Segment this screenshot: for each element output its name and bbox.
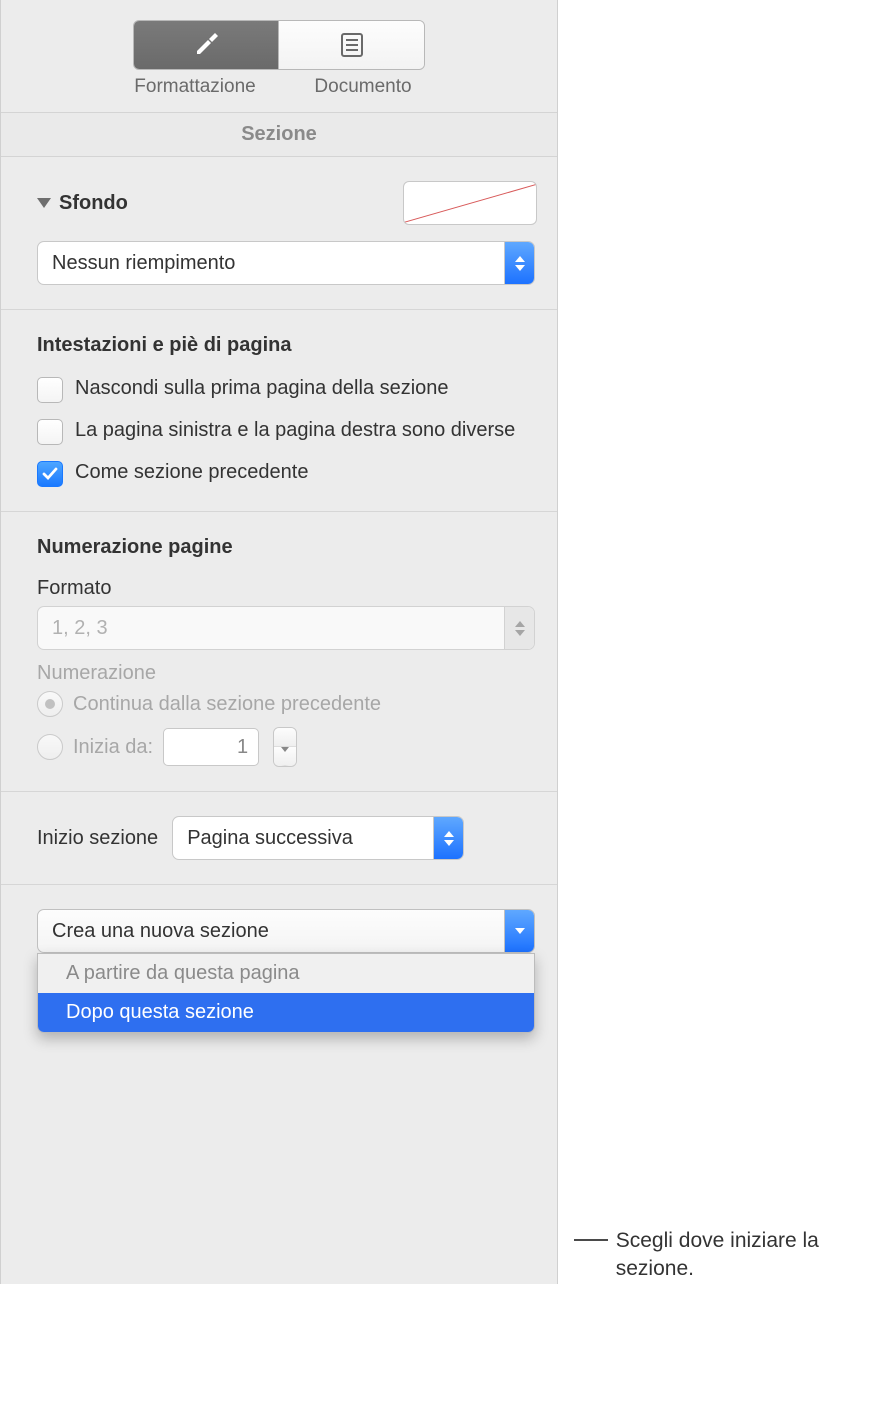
format-popup[interactable]: 1, 2, 3 <box>37 606 535 650</box>
checkbox-left-right-diff[interactable] <box>37 419 63 445</box>
page-numbering-title: Numerazione pagine <box>37 536 537 559</box>
start-from-stepper[interactable] <box>273 727 297 767</box>
fill-popup[interactable]: Nessun riempimento <box>37 241 535 285</box>
background-color-well[interactable] <box>403 181 537 225</box>
checkbox-hide-first-label: Nascondi sulla prima pagina della sezion… <box>75 375 449 402</box>
checkbox-same-as-previous-label: Come sezione precedente <box>75 459 308 486</box>
tab-document[interactable] <box>279 21 424 69</box>
popup-arrows-icon <box>504 607 534 649</box>
radio-continue[interactable] <box>37 691 63 717</box>
popup-arrows-icon <box>504 242 534 284</box>
radio-start-from[interactable] <box>37 734 63 760</box>
radio-start-from-label: Inizia da: <box>73 736 153 759</box>
new-section-button-label: Crea una nuova sezione <box>38 910 504 952</box>
checkbox-same-as-previous[interactable] <box>37 461 63 487</box>
inspector-tabs <box>1 0 557 76</box>
format-popup-label: 1, 2, 3 <box>38 607 504 649</box>
section-start-label: Inizio sezione <box>37 827 158 850</box>
headers-footers-title: Intestazioni e piè di pagina <box>37 334 537 357</box>
inspector-panel: Formattazione Documento Sezione Sfondo N… <box>0 0 558 1284</box>
menu-item-after-this-section[interactable]: Dopo questa sezione <box>38 993 534 1032</box>
chevron-down-icon <box>504 910 534 952</box>
fill-popup-label: Nessun riempimento <box>38 242 504 284</box>
new-section-button[interactable]: Crea una nuova sezione <box>37 909 535 953</box>
background-disclosure[interactable]: Sfondo <box>37 192 128 215</box>
background-title: Sfondo <box>59 192 128 215</box>
section-start-popup-label: Pagina successiva <box>173 817 433 859</box>
section-header: Sezione <box>1 112 557 157</box>
format-label: Formato <box>37 577 537 600</box>
paintbrush-icon <box>192 31 220 59</box>
section-start-popup[interactable]: Pagina successiva <box>172 816 464 860</box>
new-section-menu: A partire da questa pagina Dopo questa s… <box>37 953 535 1033</box>
tab-format-label: Formattazione <box>121 76 269 98</box>
numbering-label: Numerazione <box>37 662 537 685</box>
radio-continue-label: Continua dalla sezione precedente <box>73 693 381 716</box>
checkbox-left-right-diff-label: La pagina sinistra e la pagina destra so… <box>75 417 515 444</box>
checkmark-icon <box>41 465 59 483</box>
start-from-input[interactable] <box>163 728 259 766</box>
callout-text: Scegli dove iniziare la sezione. <box>616 1227 858 1284</box>
callout: Scegli dove iniziare la sezione. <box>558 1195 858 1284</box>
menu-item-from-this-page[interactable]: A partire da questa pagina <box>38 954 534 993</box>
popup-arrows-icon <box>433 817 463 859</box>
checkbox-hide-first[interactable] <box>37 377 63 403</box>
document-icon <box>339 32 365 58</box>
tab-document-label: Documento <box>289 76 437 98</box>
triangle-down-icon <box>37 198 51 208</box>
tab-format[interactable] <box>134 21 279 69</box>
callout-line <box>574 1239 608 1241</box>
